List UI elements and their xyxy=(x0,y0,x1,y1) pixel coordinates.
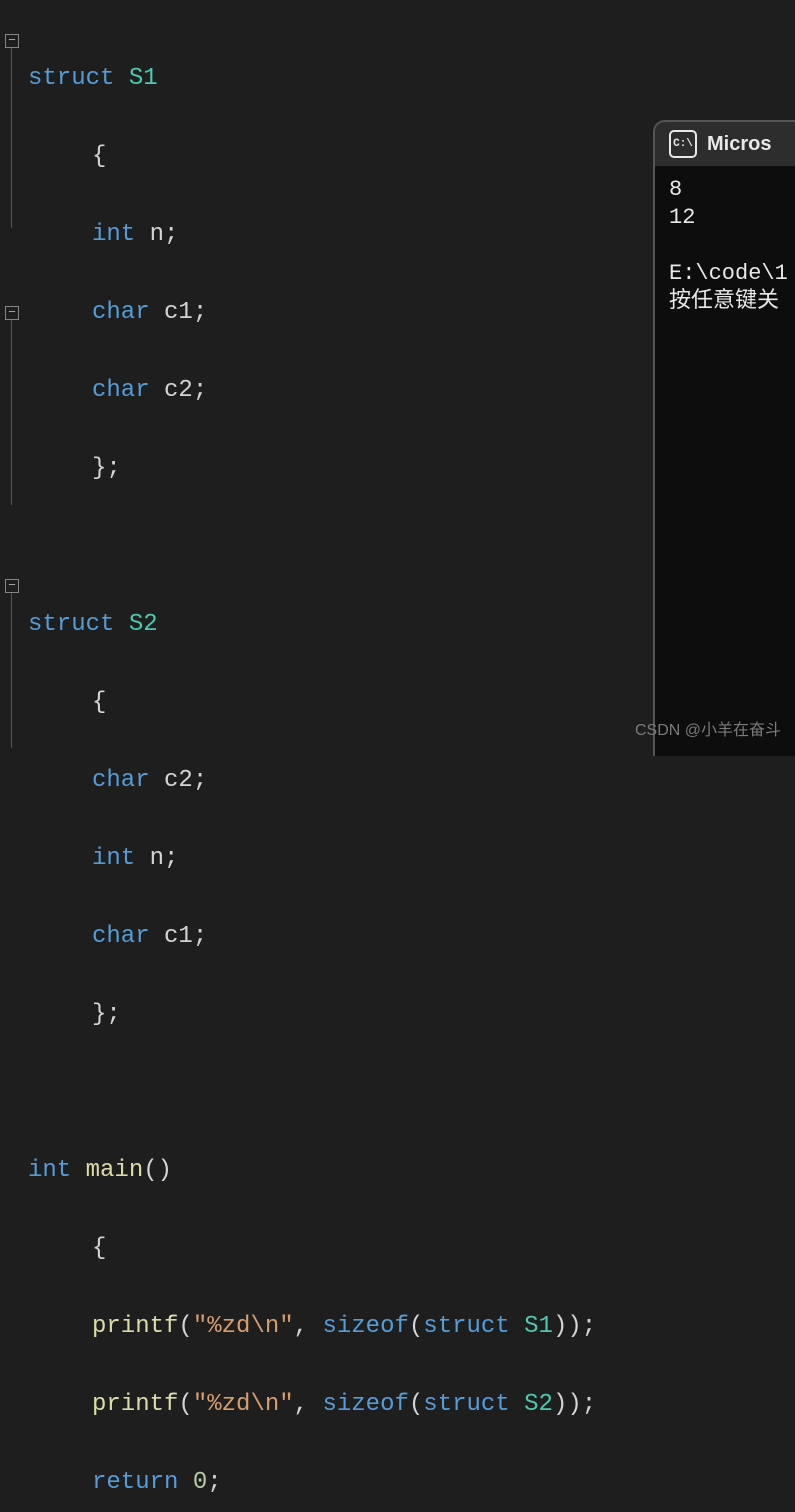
code-line: int main() xyxy=(28,1151,795,1190)
code-line: return 0; xyxy=(28,1463,795,1502)
code-line: printf("%zd\n", sizeof(struct S1)); xyxy=(28,1307,795,1346)
fold-gutter: − − − xyxy=(0,0,24,756)
tok-ident: n xyxy=(150,845,164,872)
tok-keyword: struct xyxy=(423,1313,509,1340)
tok-type-kw: char xyxy=(92,767,150,794)
blank-line xyxy=(28,1073,795,1112)
tok-paren: ( xyxy=(409,1313,423,1340)
tok-paren: ( xyxy=(178,1313,192,1340)
tok-keyword: return xyxy=(92,1469,178,1496)
tok-comma: , xyxy=(294,1391,323,1418)
out-line: 12 xyxy=(669,205,695,230)
tok-type: S2 xyxy=(524,1391,553,1418)
tok-type: S2 xyxy=(129,611,158,638)
tok-ident: n xyxy=(150,221,164,248)
tok-semi: ; xyxy=(164,845,178,872)
tok-comma: , xyxy=(294,1313,323,1340)
tok-keyword: struct xyxy=(28,611,114,638)
tok-keyword: sizeof xyxy=(322,1391,408,1418)
tok-paren: ( xyxy=(178,1391,192,1418)
tok-semi: ; xyxy=(582,1391,596,1418)
terminal-titlebar[interactable]: C:\ Micros xyxy=(655,122,795,166)
out-line: 按任意键关 xyxy=(669,289,779,314)
tok-paren: )) xyxy=(553,1313,582,1340)
tok-ident: c1 xyxy=(164,923,193,950)
out-line: 8 xyxy=(669,177,682,202)
tok-type-kw: int xyxy=(92,845,135,872)
terminal-title: Micros xyxy=(707,130,771,158)
tok-keyword: struct xyxy=(423,1391,509,1418)
code-line: printf("%zd\n", sizeof(struct S2)); xyxy=(28,1385,795,1424)
tok-keyword: struct xyxy=(28,65,114,92)
tok-semi: ; xyxy=(207,1469,221,1496)
code-line: char c1; xyxy=(28,917,795,956)
tok-type: S1 xyxy=(524,1313,553,1340)
tok-semi: ; xyxy=(193,299,207,326)
out-line: E:\code\1 xyxy=(669,261,788,286)
tok-type: S1 xyxy=(129,65,158,92)
tok-paren: ( xyxy=(409,1391,423,1418)
tok-type-kw: char xyxy=(92,923,150,950)
tok-brace: { xyxy=(92,143,106,170)
tok-fn: printf xyxy=(92,1313,178,1340)
tok-semi: ; xyxy=(164,221,178,248)
terminal-window: C:\ Micros 8 12 E:\code\1 按任意键关 xyxy=(653,120,795,756)
tok-paren: )) xyxy=(553,1391,582,1418)
watermark: CSDN @小羊在奋斗 xyxy=(635,711,781,750)
fold-toggle-main[interactable]: − xyxy=(5,579,19,593)
tok-type-kw: char xyxy=(92,377,150,404)
fold-toggle-s2[interactable]: − xyxy=(5,306,19,320)
terminal-icon: C:\ xyxy=(669,130,697,158)
code-line: int n; xyxy=(28,839,795,878)
tok-ident: c2 xyxy=(164,767,193,794)
code-line: }; xyxy=(28,995,795,1034)
tok-type-kw: int xyxy=(92,221,135,248)
tok-ident: c2 xyxy=(164,377,193,404)
tok-type-kw: int xyxy=(28,1157,71,1184)
tok-semi: ; xyxy=(582,1313,596,1340)
tok-brace: { xyxy=(92,1235,106,1262)
tok-string: "%zd\n" xyxy=(193,1313,294,1340)
tok-brace: }; xyxy=(92,1001,121,1028)
tok-string: "%zd\n" xyxy=(193,1391,294,1418)
tok-fn: printf xyxy=(92,1391,178,1418)
fold-bar xyxy=(11,593,12,748)
tok-keyword: sizeof xyxy=(322,1313,408,1340)
tok-ident: c1 xyxy=(164,299,193,326)
tok-number: 0 xyxy=(193,1469,207,1496)
tok-brace: { xyxy=(92,689,106,716)
code-line: struct S1 xyxy=(28,59,795,98)
code-line: { xyxy=(28,1229,795,1268)
tok-fn: main xyxy=(86,1157,144,1184)
tok-parens: () xyxy=(143,1157,172,1184)
terminal-output: 8 12 E:\code\1 按任意键关 xyxy=(655,166,795,316)
code-line: char c2; xyxy=(28,761,795,800)
tok-semi: ; xyxy=(193,767,207,794)
tok-semi: ; xyxy=(193,923,207,950)
tok-brace: }; xyxy=(92,455,121,482)
tok-type-kw: char xyxy=(92,299,150,326)
fold-bar xyxy=(11,320,12,505)
fold-bar xyxy=(11,48,12,228)
tok-semi: ; xyxy=(193,377,207,404)
fold-toggle-s1[interactable]: − xyxy=(5,34,19,48)
